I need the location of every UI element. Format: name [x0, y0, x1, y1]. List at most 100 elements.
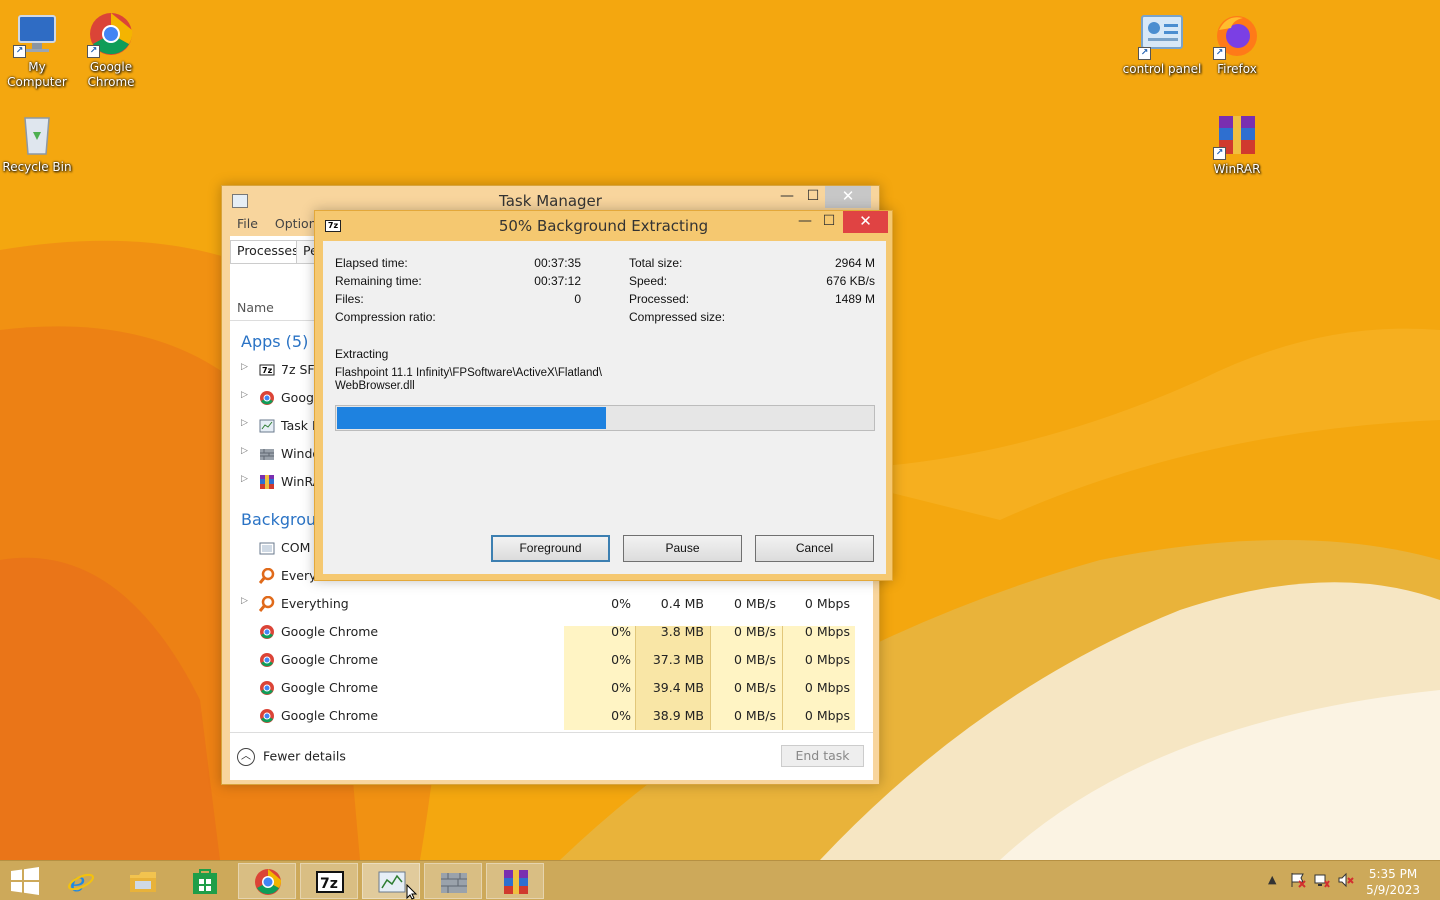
- total-size-label: Total size:: [629, 256, 683, 270]
- network-icon[interactable]: [1314, 872, 1330, 891]
- speed-value: 676 KB/s: [826, 274, 875, 288]
- extracting-label: Extracting: [335, 347, 389, 361]
- process-name: Google Chrome: [281, 652, 379, 667]
- fewer-details-button[interactable]: ︿ Fewer details: [237, 748, 346, 766]
- disk-cell: 0 MB/s: [733, 708, 776, 723]
- cpu-cell: 0%: [611, 624, 631, 639]
- process-row[interactable]: Google Chrome 0% 37.3 MB 0 MB/s 0 Mbps: [230, 646, 860, 674]
- chrome-icon: [259, 680, 275, 696]
- cpu-cell: 0%: [611, 652, 631, 667]
- maximize-button[interactable]: ☐: [803, 186, 823, 208]
- desktop-icon-recycle-bin[interactable]: Recycle Bin: [0, 110, 77, 175]
- network-cell: 0 Mbps: [804, 652, 850, 667]
- taskbar-windows-firewall[interactable]: [424, 863, 482, 899]
- taskbar-7zip[interactable]: 7z: [300, 863, 358, 899]
- taskbar-winrar[interactable]: [486, 863, 544, 899]
- desktop-icon-my-computer[interactable]: ↗ My Computer: [0, 10, 77, 90]
- task-manager-footer: ︿ Fewer details End task: [230, 732, 873, 780]
- process-row[interactable]: ▷ Everything 0% 0.4 MB 0 MB/s 0 Mbps: [230, 590, 860, 618]
- winrar-icon: [259, 474, 275, 490]
- expand-chevron-icon[interactable]: ▷: [241, 362, 248, 372]
- com-surrogate-icon: [259, 540, 275, 556]
- fewer-details-label: Fewer details: [263, 748, 346, 764]
- menu-file[interactable]: File: [237, 216, 258, 231]
- desktop-icon-label: Google Chrome: [87, 60, 135, 89]
- taskbar-file-explorer[interactable]: [114, 863, 172, 899]
- taskbar-internet-explorer[interactable]: e: [52, 863, 110, 899]
- minimize-button[interactable]: —: [777, 186, 797, 208]
- task-manager-app-icon: [232, 194, 248, 208]
- process-row[interactable]: Google Chrome 0% 39.4 MB 0 MB/s 0 Mbps: [230, 674, 860, 702]
- desktop-icon-google-chrome[interactable]: ↗ Google Chrome: [71, 10, 151, 90]
- disk-cell: 0 MB/s: [733, 680, 776, 695]
- memory-cell: 38.9 MB: [652, 708, 704, 723]
- disk-cell: 0 MB/s: [733, 652, 776, 667]
- desktop-icon-label: Recycle Bin: [2, 160, 72, 174]
- desktop-icon-label: WinRAR: [1213, 162, 1261, 176]
- group-header-apps: Apps (5): [241, 332, 309, 351]
- taskbar-chrome[interactable]: [238, 863, 296, 899]
- clock-time: 5:35 PM: [1368, 867, 1418, 881]
- end-task-button[interactable]: End task: [781, 745, 864, 767]
- process-row[interactable]: Google Chrome 0% 38.9 MB 0 MB/s 0 Mbps: [230, 702, 860, 730]
- show-hidden-icons-icon[interactable]: ▲: [1268, 873, 1276, 886]
- windows-firewall-icon: [440, 868, 468, 896]
- cancel-button[interactable]: Cancel: [755, 535, 874, 562]
- desktop-icon-firefox[interactable]: ↗ Firefox: [1197, 12, 1277, 77]
- 7zip-icon: 7z: [259, 362, 275, 378]
- desktop-icon-label: control panel: [1122, 62, 1202, 76]
- window-title: Task Manager: [499, 192, 602, 210]
- winrar-icon: [502, 868, 530, 896]
- taskbar-store[interactable]: [176, 863, 234, 899]
- process-row[interactable]: Google Chrome 0% 3.8 MB 0 MB/s 0 Mbps: [230, 618, 860, 646]
- expand-chevron-icon[interactable]: ▷: [241, 390, 248, 400]
- desktop-icon-control-panel[interactable]: ↗ control panel: [1122, 12, 1202, 77]
- desktop-icon-winrar[interactable]: ↗ WinRAR: [1197, 112, 1277, 177]
- expand-chevron-icon[interactable]: ▷: [241, 418, 248, 428]
- cpu-cell: 0%: [611, 596, 631, 611]
- compressed-size-label: Compressed size:: [629, 310, 726, 324]
- compressed-size-value: [763, 310, 875, 326]
- chrome-icon: [259, 390, 275, 406]
- store-icon: [191, 867, 219, 895]
- cpu-cell: 0%: [611, 708, 631, 723]
- pause-button[interactable]: Pause: [623, 535, 742, 562]
- process-name: Everything: [281, 596, 349, 611]
- memory-cell: 3.8 MB: [660, 624, 704, 639]
- foreground-button[interactable]: Foreground: [491, 535, 610, 562]
- process-name: Google Chrome: [281, 680, 379, 695]
- chevron-up-icon: ︿: [237, 748, 255, 766]
- start-icon: [10, 867, 39, 895]
- internet-explorer-icon: e: [67, 867, 95, 898]
- start-button[interactable]: [0, 863, 58, 899]
- close-button[interactable]: ✕: [825, 186, 871, 208]
- dialog-content: Elapsed time: 00:37:35 Remaining time: 0…: [323, 241, 886, 574]
- minimize-button[interactable]: —: [796, 211, 814, 233]
- cpu-cell: 0%: [611, 680, 631, 695]
- close-button[interactable]: ✕: [843, 211, 888, 233]
- mouse-cursor-icon: [406, 884, 418, 900]
- tab-processes[interactable]: Processes: [230, 240, 299, 264]
- volume-muted-icon[interactable]: [1338, 872, 1354, 891]
- task-manager-icon: [259, 418, 275, 434]
- maximize-button[interactable]: ☐: [820, 211, 838, 233]
- firefox-icon: ↗: [1213, 12, 1261, 60]
- expand-chevron-icon[interactable]: ▷: [241, 596, 248, 606]
- network-cell: 0 Mbps: [804, 708, 850, 723]
- extraction-progress-dialog[interactable]: 7z 50% Background Extracting — ☐ ✕ Elaps…: [314, 210, 893, 581]
- action-center-flag-icon[interactable]: [1290, 872, 1306, 891]
- system-clock[interactable]: 5:35 PM 5/9/2023: [1366, 866, 1420, 898]
- dialog-title: 50% Background Extracting: [498, 217, 709, 235]
- expand-chevron-icon[interactable]: ▷: [241, 446, 248, 456]
- monitor-icon: ↗: [13, 10, 61, 58]
- 7zip-icon: 7z: [316, 868, 344, 896]
- expand-chevron-icon[interactable]: ▷: [241, 474, 248, 484]
- dialog-titlebar[interactable]: 7z 50% Background Extracting — ☐ ✕: [315, 211, 892, 241]
- column-header-name[interactable]: Name: [237, 300, 274, 315]
- everything-icon: [258, 595, 275, 612]
- 7zip-logo-icon: 7z: [325, 220, 341, 232]
- files-value: 0: [574, 292, 581, 306]
- files-label: Files:: [335, 292, 364, 306]
- total-size-value: 2964 M: [834, 256, 875, 270]
- process-name: Googl: [281, 390, 318, 405]
